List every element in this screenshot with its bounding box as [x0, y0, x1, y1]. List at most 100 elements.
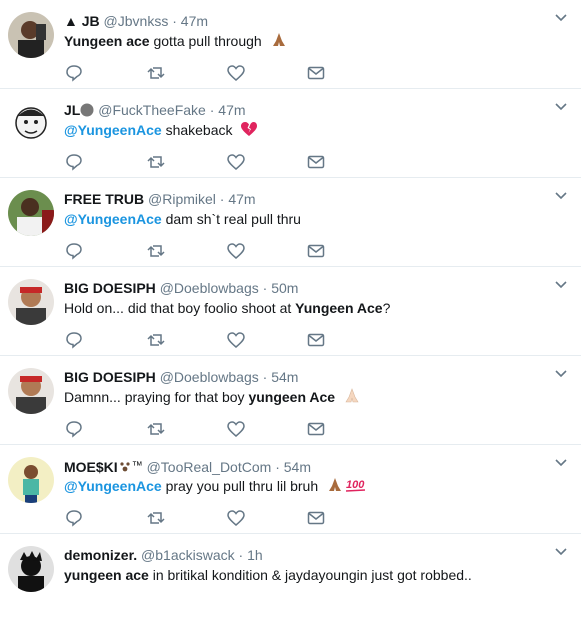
- tweet[interactable]: MOE$KI ™ @TooReal_DotCom · 54m @YungeenAc…: [0, 445, 581, 534]
- tweet-text: @YungeenAce shakeback: [64, 120, 551, 140]
- text-segment: Hold on... did that boy foolio shoot at: [64, 300, 296, 316]
- dm-icon[interactable]: [306, 241, 326, 261]
- text-segment: pray you pull thru lil bruh: [161, 478, 319, 494]
- trademark-symbol: ™: [131, 460, 143, 472]
- keyword: yungeen Ace: [248, 389, 336, 405]
- dm-icon[interactable]: [306, 419, 326, 439]
- tweet[interactable]: ▲ JB @Jbvnkss · 47m Yungeen ace gotta pu…: [0, 0, 581, 89]
- timestamp[interactable]: 50m: [271, 280, 298, 296]
- text-segment: ?: [382, 300, 391, 316]
- timestamp[interactable]: 54m: [271, 369, 298, 385]
- tweet-header: BIG DOESIPH @Doeblowbags · 50m: [64, 279, 541, 297]
- retweet-icon[interactable]: [146, 152, 166, 172]
- reply-icon[interactable]: [64, 152, 84, 172]
- tweet[interactable]: BIG DOESIPH @Doeblowbags · 50m Hold on..…: [0, 267, 581, 356]
- display-name[interactable]: JL: [64, 102, 80, 118]
- tweet-header: demonizer. @b1ackiswack · 1h: [64, 546, 541, 564]
- handle[interactable]: @Ripmikel: [148, 191, 216, 207]
- tweet[interactable]: BIG DOESIPH @Doeblowbags · 54m Damnn... …: [0, 356, 581, 445]
- avatar[interactable]: [8, 368, 54, 414]
- retweet-icon[interactable]: [146, 419, 166, 439]
- handle[interactable]: @FuckTheeFake: [98, 102, 206, 118]
- mention-link[interactable]: @YungeenAce: [64, 211, 162, 227]
- like-icon[interactable]: [226, 419, 246, 439]
- caret-down-icon[interactable]: [555, 14, 567, 22]
- reply-icon[interactable]: [64, 330, 84, 350]
- retweet-icon[interactable]: [146, 241, 166, 261]
- caret-down-icon[interactable]: [555, 370, 567, 378]
- caret-down-icon[interactable]: [555, 192, 567, 200]
- like-icon[interactable]: [226, 63, 246, 83]
- paw-prints-icon: [120, 462, 130, 472]
- avatar[interactable]: [8, 12, 54, 58]
- tweet-actions: [64, 241, 344, 261]
- timestamp[interactable]: 47m: [181, 13, 208, 29]
- display-name[interactable]: ▲ JB: [64, 13, 100, 29]
- display-name[interactable]: demonizer.: [64, 547, 137, 563]
- retweet-icon[interactable]: [146, 508, 166, 528]
- display-name[interactable]: BIG DOESIPH: [64, 280, 156, 296]
- separator: ·: [172, 13, 177, 29]
- timestamp[interactable]: 1h: [247, 547, 263, 563]
- caret-down-icon[interactable]: [555, 103, 567, 111]
- handle[interactable]: @Doeblowbags: [160, 369, 259, 385]
- separator: ·: [262, 369, 268, 385]
- handle[interactable]: @Jbvnkss: [104, 13, 169, 29]
- tweet-actions: [64, 508, 344, 528]
- tweet-actions: [64, 330, 344, 350]
- text-segment: shakeback: [161, 122, 233, 138]
- avatar[interactable]: [8, 101, 54, 147]
- like-icon[interactable]: [226, 508, 246, 528]
- tweet-feed: ▲ JB @Jbvnkss · 47m Yungeen ace gotta pu…: [0, 0, 581, 628]
- handle[interactable]: @b1ackiswack: [141, 547, 235, 563]
- svg-text:100: 100: [346, 479, 365, 491]
- avatar[interactable]: [8, 279, 54, 325]
- dm-icon[interactable]: [306, 152, 326, 172]
- display-name[interactable]: FREE TRUB: [64, 191, 144, 207]
- reply-icon[interactable]: [64, 241, 84, 261]
- timestamp[interactable]: 47m: [218, 102, 245, 118]
- tweet[interactable]: JL @FuckTheeFake · 47m @YungeenAce shake…: [0, 89, 581, 178]
- caret-down-icon[interactable]: [555, 281, 567, 289]
- retweet-icon[interactable]: [146, 330, 166, 350]
- caret-down-icon[interactable]: [555, 459, 567, 467]
- avatar[interactable]: [8, 457, 54, 503]
- reply-icon[interactable]: [64, 63, 84, 83]
- tweet[interactable]: FREE TRUB @Ripmikel · 47m @YungeenAce da…: [0, 178, 581, 267]
- tweet-text: @YungeenAce dam sh`t real pull thru: [64, 209, 551, 229]
- separator: ·: [238, 547, 244, 563]
- tweet-header: BIG DOESIPH @Doeblowbags · 54m: [64, 368, 541, 386]
- handle[interactable]: @Doeblowbags: [160, 280, 259, 296]
- tweet[interactable]: demonizer. @b1ackiswack · 1h yungeen ace…: [0, 534, 581, 628]
- avatar[interactable]: [8, 190, 54, 236]
- timestamp[interactable]: 47m: [228, 191, 255, 207]
- like-icon[interactable]: [226, 241, 246, 261]
- timestamp[interactable]: 54m: [284, 459, 311, 475]
- reply-icon[interactable]: [64, 508, 84, 528]
- keyword: Yungeen Ace: [295, 300, 383, 316]
- avatar[interactable]: [8, 546, 54, 592]
- like-icon[interactable]: [226, 330, 246, 350]
- mention-link[interactable]: @YungeenAce: [64, 122, 162, 138]
- caret-down-icon[interactable]: [555, 548, 567, 556]
- keyword: yungeen ace: [64, 567, 149, 583]
- handle[interactable]: @TooReal_DotCom: [147, 459, 272, 475]
- display-name[interactable]: MOE$KI: [64, 459, 118, 475]
- reply-icon[interactable]: [64, 419, 84, 439]
- folded-hands-emoji: [272, 33, 285, 46]
- display-name[interactable]: BIG DOESIPH: [64, 369, 156, 385]
- dm-icon[interactable]: [306, 63, 326, 83]
- tweet-header: JL @FuckTheeFake · 47m: [64, 101, 541, 119]
- text-segment: in britikal kondition & jaydayoungin jus…: [148, 567, 472, 583]
- separator: ·: [275, 459, 280, 475]
- tweet-actions: [64, 419, 344, 439]
- like-icon[interactable]: [226, 152, 246, 172]
- dm-icon[interactable]: [306, 508, 326, 528]
- separator: ·: [262, 280, 268, 296]
- separator: ·: [209, 102, 215, 118]
- mention-link[interactable]: @YungeenAce: [64, 478, 162, 494]
- dm-icon[interactable]: [306, 330, 326, 350]
- retweet-icon[interactable]: [146, 63, 166, 83]
- tweet-actions: [64, 63, 344, 83]
- tweet-text: yungeen ace in britikal kondition & jayd…: [64, 565, 551, 585]
